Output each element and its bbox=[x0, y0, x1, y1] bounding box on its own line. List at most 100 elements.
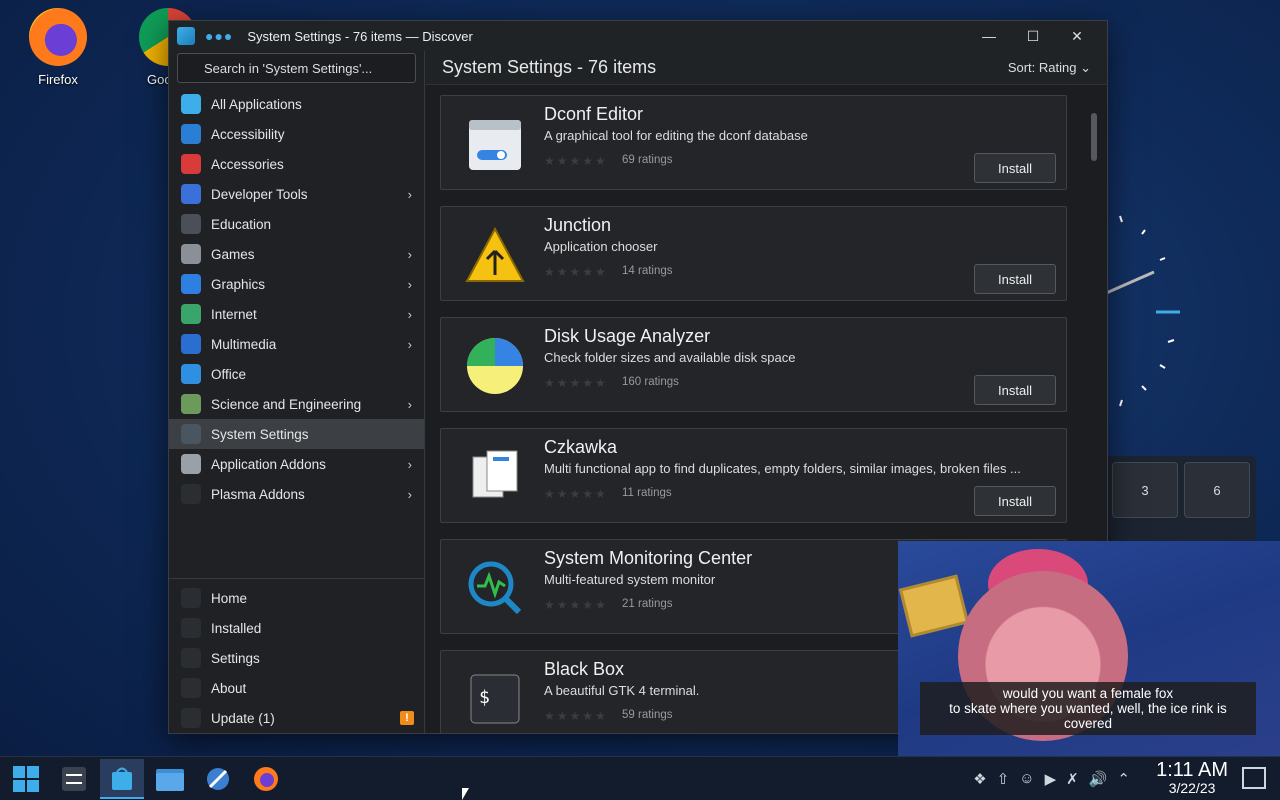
taskbar-app[interactable] bbox=[196, 759, 240, 799]
minimize-button[interactable]: — bbox=[967, 21, 1011, 51]
taskbar-file-manager[interactable] bbox=[148, 759, 192, 799]
accessibility-icon bbox=[181, 124, 201, 144]
sidebar-item-label: All Applications bbox=[211, 96, 302, 112]
sidebar: Search in 'System Settings'... All Appli… bbox=[169, 51, 425, 733]
calculator-widget: 3 6 bbox=[1106, 456, 1256, 546]
toolbox-icon bbox=[181, 154, 201, 174]
window-title: System Settings - 76 items — Discover bbox=[247, 28, 473, 44]
start-menu-button[interactable] bbox=[4, 759, 48, 799]
home-icon bbox=[181, 588, 201, 608]
volume-icon[interactable]: 🔊 bbox=[1089, 770, 1108, 788]
sidebar-item-label: Education bbox=[211, 216, 272, 232]
sidebar-item-label: Accessories bbox=[211, 156, 284, 172]
sidebar-item-label: Accessibility bbox=[211, 126, 285, 142]
rating-count: 21 ratings bbox=[622, 598, 673, 610]
nav-item-home[interactable]: Home bbox=[169, 583, 424, 613]
blackboard-icon bbox=[181, 214, 201, 234]
app-card[interactable]: Disk Usage Analyzer Check folder sizes an… bbox=[440, 317, 1067, 412]
sidebar-item-multimedia[interactable]: Multimedia › bbox=[169, 329, 424, 359]
nav-item-settings[interactable]: Settings bbox=[169, 643, 424, 673]
office-icon bbox=[181, 364, 201, 384]
calc-key[interactable]: 6 bbox=[1184, 462, 1250, 518]
dconf-icon bbox=[465, 114, 525, 174]
settings-sliders-icon bbox=[181, 424, 201, 444]
taskbar-firefox[interactable] bbox=[244, 759, 288, 799]
taskbar-clock[interactable]: 1:11 AM 3/22/23 bbox=[1156, 759, 1228, 796]
close-button[interactable]: ✕ bbox=[1055, 21, 1099, 51]
app-card[interactable]: Czkawka Multi functional app to find dupl… bbox=[440, 428, 1067, 523]
mute-icon[interactable]: ✗ bbox=[1066, 770, 1079, 788]
grid-icon bbox=[181, 94, 201, 114]
sidebar-item-accessories[interactable]: Accessories bbox=[169, 149, 424, 179]
chevron-right-icon: › bbox=[407, 246, 412, 262]
folder-icon bbox=[156, 768, 184, 791]
chevron-right-icon: › bbox=[407, 336, 412, 352]
maximize-icon: ☐ bbox=[1026, 27, 1040, 44]
calc-key[interactable]: 3 bbox=[1112, 462, 1178, 518]
rating-stars-icon: ★★★★★ bbox=[544, 376, 608, 390]
update-icon bbox=[181, 708, 201, 728]
install-button[interactable]: Install bbox=[974, 153, 1056, 183]
chevron-right-icon: › bbox=[407, 396, 412, 412]
sidebar-item-developer-tools[interactable]: Developer Tools › bbox=[169, 179, 424, 209]
sort-dropdown[interactable]: Sort: Rating ⌄ bbox=[1008, 60, 1091, 76]
addons-icon bbox=[181, 454, 201, 474]
wrench-icon bbox=[181, 184, 201, 204]
sidebar-item-system-settings[interactable]: System Settings bbox=[169, 419, 424, 449]
monitor-icon bbox=[181, 334, 201, 354]
system-tray: ❖ ⇧ ☺ ▶ ✗ 🔊 ⌃ bbox=[973, 770, 1130, 788]
window-titlebar[interactable]: ●●● System Settings - 76 items — Discove… bbox=[169, 21, 1107, 51]
rating-stars-icon: ★★★★★ bbox=[544, 265, 608, 279]
rating-count: 69 ratings bbox=[622, 154, 673, 166]
app-description: A beautiful GTK 4 terminal. bbox=[544, 683, 700, 698]
install-button[interactable]: Install bbox=[974, 264, 1056, 294]
install-button[interactable]: Install bbox=[974, 486, 1056, 516]
close-icon: ✕ bbox=[1071, 27, 1083, 44]
app-name: Czkawka bbox=[544, 437, 618, 457]
maximize-button[interactable]: ☐ bbox=[1011, 21, 1055, 51]
desktop-icon-firefox[interactable]: Firefox bbox=[18, 8, 98, 87]
sidebar-item-internet[interactable]: Internet › bbox=[169, 299, 424, 329]
page-title: System Settings - 76 items bbox=[442, 57, 657, 77]
graphics-icon bbox=[181, 274, 201, 294]
sidebar-item-office[interactable]: Office bbox=[169, 359, 424, 389]
sidebar-item-education[interactable]: Education bbox=[169, 209, 424, 239]
sidebar-item-application-addons[interactable]: Application Addons › bbox=[169, 449, 424, 479]
updates-icon[interactable]: ⇧ bbox=[997, 770, 1010, 788]
app-name: Black Box bbox=[544, 659, 625, 679]
media-play-icon[interactable]: ▶ bbox=[1045, 770, 1057, 788]
app-card[interactable]: Junction Application chooser ★★★★★ 14 ratin… bbox=[440, 206, 1067, 301]
user-switch-icon[interactable]: ☺ bbox=[1019, 770, 1034, 788]
tray-expand-icon[interactable]: ⌃ bbox=[1117, 770, 1130, 788]
search-input[interactable]: Search in 'System Settings'... bbox=[177, 53, 416, 83]
taskbar-system-settings[interactable] bbox=[52, 759, 96, 799]
globe-icon bbox=[181, 304, 201, 324]
nav-item-update-1-[interactable]: Update (1)! bbox=[169, 703, 424, 733]
nav-item-about[interactable]: About bbox=[169, 673, 424, 703]
scrollbar[interactable] bbox=[1091, 113, 1097, 161]
sidebar-item-label: Developer Tools bbox=[211, 186, 308, 202]
app-card[interactable]: Dconf Editor A graphical tool for editing… bbox=[440, 95, 1067, 190]
nav-item-label: Update (1) bbox=[211, 710, 275, 726]
nav-item-label: Home bbox=[211, 590, 248, 606]
show-desktop-button[interactable] bbox=[1242, 767, 1266, 789]
notifications-icon[interactable]: ❖ bbox=[973, 770, 986, 788]
sidebar-item-games[interactable]: Games › bbox=[169, 239, 424, 269]
sidebar-item-plasma-addons[interactable]: Plasma Addons › bbox=[169, 479, 424, 509]
window-menu-dots-icon[interactable]: ●●● bbox=[205, 28, 233, 44]
video-overlay[interactable]: would you want a female fox to skate whe… bbox=[898, 541, 1280, 756]
rating-stars-icon: ★★★★★ bbox=[544, 487, 608, 501]
subtitle-line: to skate where you wanted, well, the ice… bbox=[949, 701, 1227, 731]
sidebar-item-accessibility[interactable]: Accessibility bbox=[169, 119, 424, 149]
sidebar-item-graphics[interactable]: Graphics › bbox=[169, 269, 424, 299]
sidebar-item-science-and-engineering[interactable]: Science and Engineering › bbox=[169, 389, 424, 419]
nav-item-installed[interactable]: Installed bbox=[169, 613, 424, 643]
install-button[interactable]: Install bbox=[974, 375, 1056, 405]
mouse-cursor-icon bbox=[462, 788, 469, 800]
sidebar-item-all-applications[interactable]: All Applications bbox=[169, 89, 424, 119]
discover-bag-icon bbox=[112, 767, 132, 790]
taskbar-discover[interactable] bbox=[100, 758, 144, 799]
app-description: Multi functional app to find duplicates,… bbox=[544, 461, 1021, 476]
nav-item-label: About bbox=[211, 680, 247, 696]
discover-app-icon[interactable] bbox=[177, 27, 195, 45]
